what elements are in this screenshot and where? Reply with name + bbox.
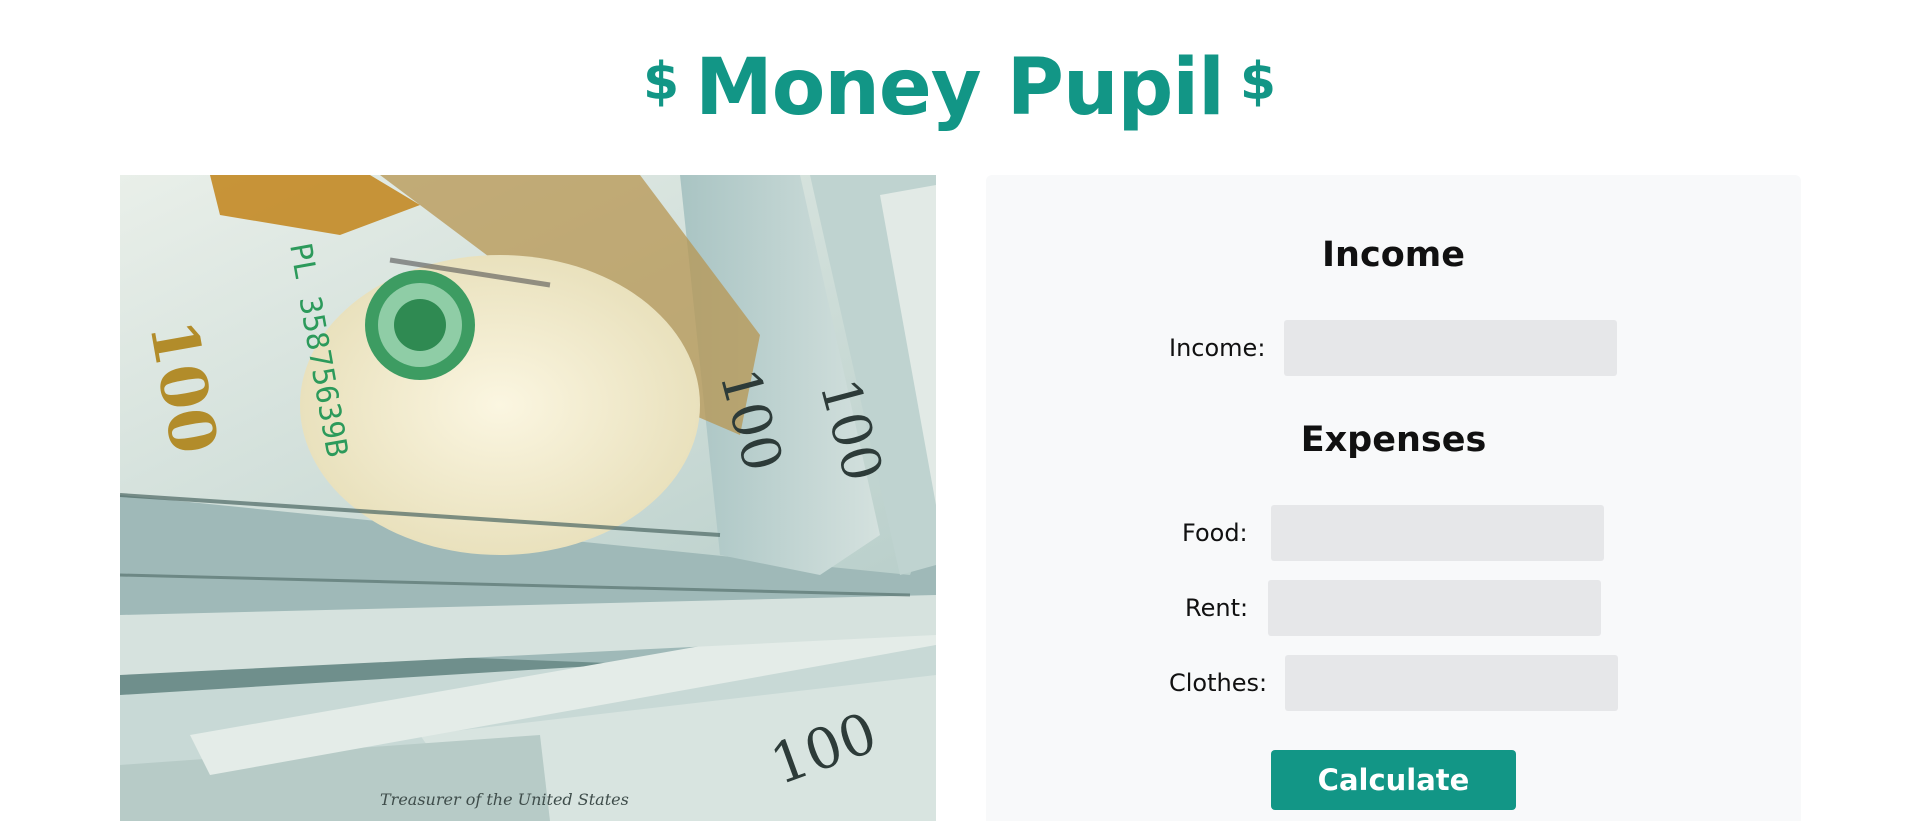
- page-header: $ Money Pupil $: [0, 0, 1919, 175]
- expenses-heading: Expenses: [1300, 420, 1487, 460]
- income-row: Income:: [986, 320, 1801, 376]
- clothes-row: Clothes:: [986, 655, 1801, 711]
- budget-form-panel: Income Income: Expenses Food: Rent: Clot…: [986, 175, 1801, 821]
- food-row: Food:: [986, 505, 1801, 561]
- svg-text:Treasurer of the United States: Treasurer of the United States: [380, 790, 629, 809]
- food-label: Food:: [1182, 519, 1248, 547]
- food-input[interactable]: [1271, 505, 1604, 561]
- money-bills-illustration: 100 100 100 100 PL 35875639B Treasurer o…: [120, 175, 936, 821]
- income-input[interactable]: [1284, 320, 1617, 376]
- page-title: Money Pupil: [695, 42, 1225, 133]
- dollar-sign-icon-right: $: [1239, 51, 1276, 112]
- money-photo: 100 100 100 100 PL 35875639B Treasurer o…: [120, 175, 936, 821]
- income-label: Income:: [1169, 334, 1266, 362]
- calculate-button[interactable]: Calculate: [1271, 750, 1516, 810]
- clothes-label: Clothes:: [1169, 669, 1268, 697]
- dollar-sign-icon-left: $: [642, 51, 680, 112]
- rent-input[interactable]: [1268, 580, 1601, 636]
- rent-label: Rent:: [1185, 594, 1249, 622]
- income-heading: Income: [1322, 235, 1465, 275]
- rent-row: Rent:: [986, 580, 1801, 636]
- clothes-input[interactable]: [1285, 655, 1618, 711]
